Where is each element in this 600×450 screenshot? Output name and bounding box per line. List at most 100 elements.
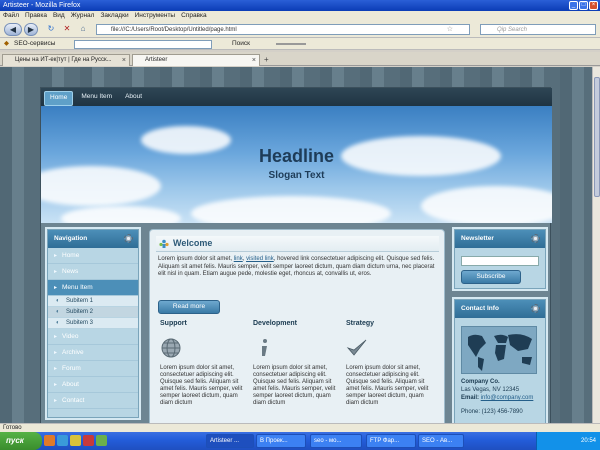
visited-link[interactable]: visited link [246, 256, 274, 262]
newsletter-title: Newsletter [461, 235, 494, 242]
email-link[interactable]: info@company.com [481, 395, 534, 401]
system-tray: 20:54 [536, 432, 600, 450]
url-input[interactable]: file:///C:/Users/Root/Desktop/Untitled/p… [96, 24, 470, 35]
minimize-button[interactable]: _ [569, 1, 578, 10]
search-tool-button[interactable]: Поиск [232, 38, 250, 50]
company-address: Las Vegas, NV 12345 [461, 387, 520, 393]
status-bar: Готово [0, 423, 600, 432]
company-name: Company Co. [461, 379, 500, 385]
nav-item-forum[interactable]: Forum [48, 361, 138, 377]
feature-title: Development [253, 320, 297, 327]
menu-edit[interactable]: Правка [25, 11, 47, 21]
folder-icon[interactable] [70, 435, 81, 446]
site-top-nav: Home Menu Item About [41, 88, 552, 106]
task-seo-av[interactable]: SEO - Ав... [418, 434, 464, 448]
window-title: Artisteer - Mozilla Firefox [3, 2, 81, 9]
nav-subitem-1[interactable]: Subitem 1 [48, 296, 138, 307]
feature-text: Lorem ipsum dolor sit amet, consectetuer… [160, 365, 243, 406]
search-input[interactable]: Qip Search [480, 24, 596, 35]
contact-details: Company Co. Las Vegas, NV 12345 Email: i… [455, 374, 545, 416]
menu-history[interactable]: Журнал [71, 11, 95, 21]
zoom-slider[interactable] [276, 43, 306, 45]
tab-label: Цены на ИТ-ек|тут | Где на Русск... [15, 57, 112, 63]
reload-icon[interactable]: ↻ [44, 23, 58, 36]
feature-support: Support Lorem ipsum dolor sit amet, cons… [160, 320, 246, 407]
seo-icon: ◆ [4, 40, 9, 47]
nav-subitem-2[interactable]: Subitem 2 [48, 307, 138, 318]
nav-item-contact[interactable]: Contact [48, 393, 138, 409]
people-icon [159, 239, 169, 248]
back-button[interactable]: ◀ [4, 23, 22, 36]
close-button[interactable]: × [589, 1, 598, 10]
email-label: Email: [461, 395, 481, 401]
site-headline: Headline [258, 146, 335, 166]
home-icon[interactable]: ⌂ [76, 23, 90, 36]
topnav-about[interactable]: About [120, 91, 147, 106]
maximize-button[interactable]: □ [579, 1, 588, 10]
sample-link[interactable]: link [234, 256, 243, 262]
stop-icon[interactable]: ✕ [60, 23, 74, 36]
firefox-icon[interactable] [44, 435, 55, 446]
topnav-menu-item[interactable]: Menu Item [76, 91, 117, 106]
task-artisteer[interactable]: Artisteer ... [206, 434, 254, 448]
nav-item-news[interactable]: News [48, 264, 138, 280]
navigation-toolbar: ◀ ▶ ↻ ✕ ⌂ file:///C:/Users/Root/Desktop/… [0, 21, 600, 38]
menu-tools[interactable]: Инструменты [135, 11, 176, 21]
close-tab-icon[interactable]: × [122, 55, 126, 66]
newsletter-email-input[interactable] [461, 256, 539, 266]
topnav-home[interactable]: Home [44, 91, 74, 106]
world-map-image [461, 326, 537, 374]
menu-file[interactable]: Файл [3, 11, 19, 21]
clock: 20:54 [580, 438, 596, 444]
menu-help[interactable]: Справка [181, 11, 207, 21]
site-page: Home Menu Item About Headline Slogan Tex… [40, 87, 552, 423]
navigation-title: Navigation [54, 235, 88, 242]
nav-subitem-3[interactable]: Subitem 3 [48, 318, 138, 329]
bookmark-combo[interactable] [74, 40, 212, 49]
taskbar: пуск Artisteer ... В Проек... seo - мо..… [0, 432, 600, 450]
url-text: file:///C:/Users/Root/Desktop/Untitled/p… [111, 27, 237, 33]
task-seo-mo[interactable]: seo - мо... [310, 434, 362, 448]
nav-item-menu-item[interactable]: Menu Item [48, 280, 138, 296]
bookmarks-toolbar: ◆ SEO-сервисы Поиск [0, 38, 600, 50]
nav-item-about[interactable]: About [48, 377, 138, 393]
feature-text: Lorem ipsum dolor sit amet, consectetuer… [253, 365, 336, 406]
task-ftp[interactable]: FTP Фар... [366, 434, 416, 448]
subscribe-button[interactable]: Subscribe [461, 270, 521, 284]
nav-item-home[interactable]: Home [48, 248, 138, 264]
task-project[interactable]: В Проек... [256, 434, 306, 448]
status-text: Готово [3, 425, 22, 431]
close-tab-icon[interactable]: × [252, 55, 256, 66]
vertical-scrollbar[interactable] [592, 67, 600, 423]
start-button[interactable]: пуск [0, 432, 42, 450]
app-icon[interactable] [96, 435, 107, 446]
seo-services-button[interactable]: SEO-сервисы [14, 38, 55, 50]
feature-strategy: Strategy Lorem ipsum dolor sit amet, con… [346, 320, 432, 407]
menu-view[interactable]: Вид [53, 11, 65, 21]
site-header: Headline Slogan Text [41, 106, 552, 223]
bookmark-star-icon[interactable]: ☆ [447, 25, 453, 35]
new-tab-button[interactable]: + [264, 55, 269, 64]
tab-prices[interactable]: Цены на ИТ-ек|тут | Где на Русск... × [2, 54, 130, 66]
newsletter-header: Newsletter [455, 230, 545, 248]
forward-button[interactable]: ▶ [24, 23, 38, 36]
tab-artisteer[interactable]: Artisteer × [132, 54, 260, 66]
ie-icon[interactable] [57, 435, 68, 446]
feature-development: Development Lorem ipsum dolor sit amet, … [253, 320, 339, 407]
page-viewport: Home Menu Item About Headline Slogan Tex… [0, 67, 592, 423]
gear-icon [531, 304, 540, 313]
menu-bookmarks[interactable]: Закладки [100, 11, 128, 21]
search-placeholder: Qip Search [497, 27, 528, 33]
read-more-button[interactable]: Read more [158, 300, 220, 314]
window-title-bar: Artisteer - Mozilla Firefox _ □ × [0, 0, 600, 11]
checkmark-icon [346, 337, 432, 361]
nav-item-video[interactable]: Video [48, 329, 138, 345]
gear-icon [531, 234, 540, 243]
newsletter-block: Newsletter Subscribe [454, 229, 546, 289]
scrollbar-thumb[interactable] [594, 77, 600, 197]
nav-item-archive[interactable]: Archive [48, 345, 138, 361]
feature-title: Strategy [346, 320, 375, 327]
navigation-header: Navigation [48, 230, 138, 248]
opera-icon[interactable] [83, 435, 94, 446]
contact-header: Contact Info [455, 300, 545, 318]
